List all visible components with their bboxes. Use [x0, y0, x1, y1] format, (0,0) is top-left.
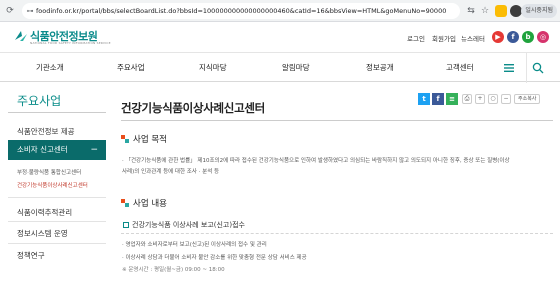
- sidebar-item-info-provision[interactable]: 식품안전정보 제공: [17, 126, 75, 137]
- gnb-item-customer[interactable]: 고객센터: [446, 53, 474, 83]
- section-title-content: 사업 내용: [121, 197, 167, 209]
- content-text-line2: · 이상사례 상담과 더불어 소비자 불안 감소를 위한 맞춤형 전문 상담 서…: [122, 255, 307, 261]
- content-dotted-divider: [121, 233, 553, 234]
- extension-icon[interactable]: [495, 5, 507, 17]
- content-text-line1: · 영업자와 소비자로부터 보고(신고)된 이상사례의 접수 및 관리: [122, 242, 267, 248]
- url-text[interactable]: foodinfo.or.kr/portal/bbs/selectBoardLis…: [36, 3, 446, 19]
- site-header: 식품안전정보원 NATIONAL FOOD SAFETY INFORMATION…: [0, 22, 560, 52]
- content-item-heading: 건강기능식품 이상사례 보고(신고)접수: [123, 220, 245, 230]
- sidebar-item-policy-research[interactable]: 정책연구: [17, 250, 45, 261]
- paused-badge[interactable]: 일시중지됨: [521, 4, 557, 18]
- sidebar-divider: [8, 243, 106, 244]
- purpose-text-line1: · 「건강기능식품에 관한 법률」 제10조의2에 따라 접수된 건강기능식품으…: [122, 158, 510, 164]
- youtube-icon[interactable]: ▶: [492, 31, 504, 43]
- section-title-purpose: 사업 목적: [121, 133, 167, 145]
- sidebar-item-consumer-report[interactable]: 소비자 신고센터 −: [8, 140, 106, 160]
- address-bar[interactable]: ⊶ foodinfo.or.kr/portal/bbs/selectBoardL…: [22, 3, 460, 19]
- sidebar-divider: [8, 112, 106, 113]
- copy-url-button[interactable]: 주소복사: [514, 94, 541, 104]
- collapse-icon[interactable]: −: [90, 140, 98, 160]
- site-logo-subtitle: NATIONAL FOOD SAFETY INFORMATION SERVICE: [30, 41, 111, 45]
- zoom-out-icon[interactable]: −: [501, 94, 511, 104]
- login-link[interactable]: 로그인: [407, 33, 425, 43]
- gnb-item-about[interactable]: 기관소개: [36, 53, 64, 83]
- sidebar-divider: [8, 197, 106, 198]
- newsletter-link[interactable]: 뉴스레터: [461, 33, 485, 43]
- hamburger-menu-icon[interactable]: [503, 62, 515, 74]
- print-icon[interactable]: ⎙: [462, 94, 472, 104]
- zoom-in-icon[interactable]: +: [475, 94, 485, 104]
- facebook-icon[interactable]: f: [507, 31, 519, 43]
- content-divider: [121, 120, 553, 121]
- sidebar-title: 주요사업: [17, 94, 62, 108]
- main-navigation: 기관소개 주요사업 지식마당 알림마당 정보공개 고객센터: [0, 52, 560, 83]
- sidebar-item-label: 소비자 신고센터: [17, 145, 68, 154]
- facebook-share-icon[interactable]: f: [432, 93, 444, 105]
- site-info-icon[interactable]: ⊶: [24, 5, 36, 17]
- blog-icon[interactable]: b: [522, 31, 534, 43]
- search-icon[interactable]: [532, 62, 544, 74]
- sidebar-item-traceability[interactable]: 식품이력추적관리: [17, 207, 72, 218]
- section-bullet-icon: [121, 199, 129, 207]
- bookmark-star-icon[interactable]: ☆: [479, 5, 491, 17]
- logo-mark-icon[interactable]: [14, 30, 28, 42]
- nav-divider: [526, 53, 527, 83]
- gnb-item-knowledge[interactable]: 지식마당: [199, 53, 227, 83]
- sidebar-subitem-illegal-food[interactable]: 부정·불량식품 통합신고센터: [17, 168, 81, 176]
- gnb-item-business[interactable]: 주요사업: [117, 53, 145, 83]
- zoom-reset-icon[interactable]: ○: [488, 94, 498, 104]
- reload-icon[interactable]: ⟳: [4, 5, 16, 17]
- section-bullet-icon: [121, 135, 129, 143]
- page-title: 건강기능식품이상사례신고센터: [121, 101, 265, 115]
- gnb-item-disclosure[interactable]: 정보공개: [366, 53, 394, 83]
- browser-toolbar: ⟳ ⊶ foodinfo.or.kr/portal/bbs/selectBoar…: [0, 0, 560, 22]
- profile-avatar[interactable]: [510, 5, 522, 17]
- instagram-icon[interactable]: ◎: [537, 31, 549, 43]
- signup-link[interactable]: 회원가입: [432, 33, 456, 43]
- gnb-item-notice[interactable]: 알림마당: [282, 53, 310, 83]
- translate-icon[interactable]: ⇆: [465, 5, 477, 17]
- operating-hours-note: ※ 운영시간 : 평일(월~금) 09:00 ~ 18:00: [122, 267, 225, 273]
- band-share-icon[interactable]: ≡: [446, 93, 458, 105]
- sidebar-item-system-ops[interactable]: 정보시스템 운영: [17, 228, 68, 239]
- sidebar-divider: [8, 221, 106, 222]
- purpose-text-line2: 사례)의 인과관계 등에 대한 조사 · 분석 등: [122, 169, 220, 175]
- checkbox-bullet-icon: [123, 222, 129, 228]
- twitter-share-icon[interactable]: t: [418, 93, 430, 105]
- sidebar-subitem-health-food-adverse[interactable]: 건강기능식품이상사례신고센터: [17, 181, 88, 189]
